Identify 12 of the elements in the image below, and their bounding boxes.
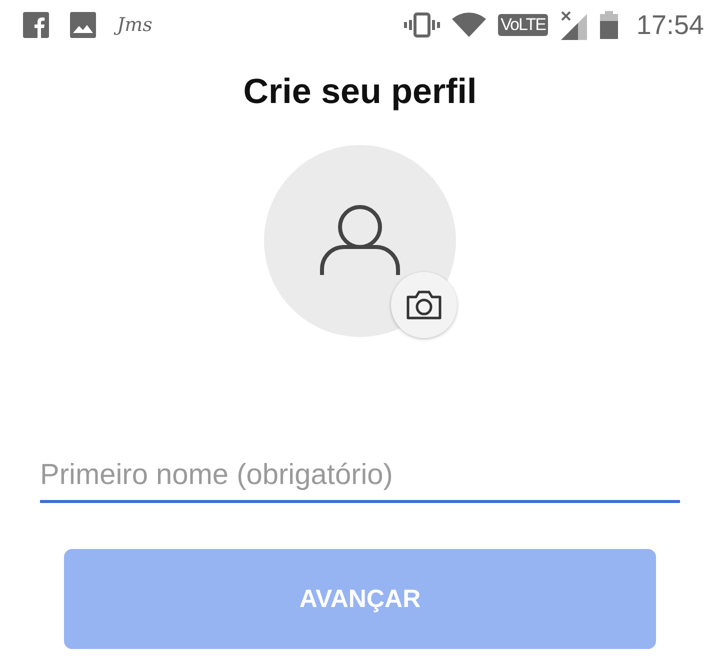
battery-icon [600, 11, 618, 39]
network-badge: VoLTE [498, 14, 548, 36]
vibrate-icon [404, 12, 440, 38]
clock-time: 17:54 [636, 10, 704, 40]
wifi-icon [452, 12, 486, 38]
image-icon [70, 12, 96, 38]
facebook-icon [23, 12, 49, 38]
camera-button[interactable] [391, 272, 457, 338]
person-icon [320, 205, 400, 277]
page-title: Crie seu perfil [243, 72, 477, 112]
camera-icon [405, 289, 443, 321]
signal-icon [560, 10, 588, 40]
